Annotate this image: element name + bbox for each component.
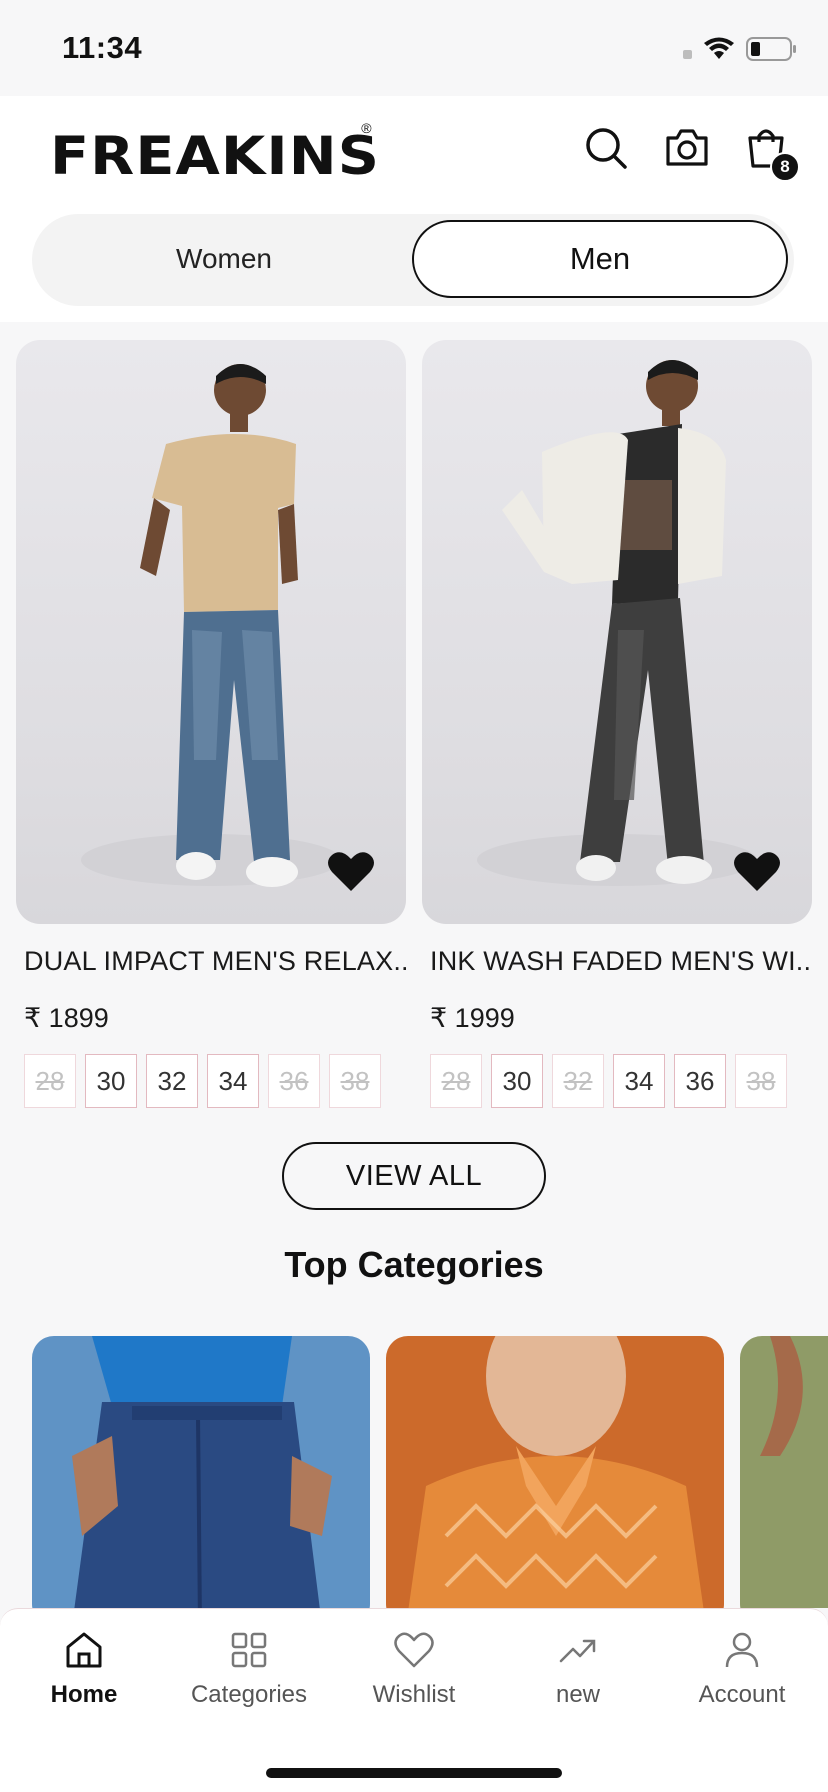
category-carousel: [0, 1336, 828, 1608]
product-name[interactable]: INK WASH FADED MEN'S WI...: [430, 946, 812, 977]
size-option: 38: [735, 1054, 787, 1108]
size-option[interactable]: 36: [674, 1054, 726, 1108]
home-indicator: [266, 1768, 562, 1778]
logo-registered-mark: ®: [361, 120, 372, 136]
nav-categories[interactable]: Categories: [169, 1629, 329, 1709]
product-image[interactable]: [422, 340, 812, 924]
camera-icon[interactable]: [664, 126, 708, 170]
size-options: 28 30 32 34 36 38: [24, 1054, 406, 1108]
tab-women[interactable]: Women: [36, 220, 412, 298]
gender-toggle: Women Men: [32, 214, 794, 306]
heart-icon: [394, 1632, 434, 1668]
nav-home[interactable]: Home: [4, 1629, 164, 1709]
nav-wishlist-label: Wishlist: [372, 1681, 456, 1708]
model-photo: [81, 364, 341, 887]
model-photo: [477, 360, 757, 886]
tab-men[interactable]: Men: [412, 220, 788, 298]
product-card[interactable]: INK WASH FADED MEN'S WI... ₹ 1999 28 30 …: [422, 340, 812, 1108]
wishlist-heart-icon[interactable]: [734, 850, 780, 892]
nav-categories-label: Categories: [190, 1681, 308, 1708]
product-price: ₹ 1899: [24, 1003, 109, 1033]
nav-new-label: new: [555, 1681, 601, 1708]
status-indicators: [683, 36, 798, 62]
top-categories-title: Top Categories: [284, 1244, 544, 1285]
cart-count-badge: 8: [770, 152, 800, 182]
nav-account-label: Account: [698, 1681, 786, 1708]
bottom-navigation: Home Categories Wishlist new Account: [0, 1608, 828, 1792]
product-name[interactable]: DUAL IMPACT MEN'S RELAX...: [24, 946, 406, 977]
header-actions: 8: [584, 126, 800, 182]
size-option: 28: [430, 1054, 482, 1108]
grid-icon: [231, 1632, 267, 1668]
size-option: 36: [268, 1054, 320, 1108]
user-icon: [725, 1632, 759, 1668]
nav-home-label: Home: [50, 1681, 118, 1708]
logo-text: FREAKINS: [50, 126, 381, 187]
status-bar: 11:34: [0, 0, 828, 96]
cart-icon[interactable]: 8: [744, 126, 800, 182]
wifi-icon: [704, 37, 734, 59]
category-card[interactable]: [740, 1336, 828, 1608]
product-card[interactable]: DUAL IMPACT MEN'S RELAX... ₹ 1899 28 30 …: [16, 340, 406, 1108]
product-image[interactable]: [16, 340, 406, 924]
battery-icon: [746, 37, 796, 61]
app-header: FREAKINS ® 8 Women Men: [0, 96, 828, 322]
size-option[interactable]: 34: [613, 1054, 665, 1108]
nav-wishlist[interactable]: Wishlist: [334, 1629, 494, 1709]
nav-new[interactable]: new: [498, 1629, 658, 1709]
size-option[interactable]: 34: [207, 1054, 259, 1108]
wishlist-heart-icon[interactable]: [328, 850, 374, 892]
view-all-button[interactable]: VIEW ALL: [282, 1142, 546, 1210]
size-option[interactable]: 32: [146, 1054, 198, 1108]
product-price: ₹ 1999: [430, 1003, 515, 1033]
size-option[interactable]: 30: [85, 1054, 137, 1108]
size-options: 28 30 32 34 36 38: [430, 1054, 812, 1108]
category-card[interactable]: [32, 1336, 370, 1608]
size-option[interactable]: 30: [491, 1054, 543, 1108]
size-option: 32: [552, 1054, 604, 1108]
signal-icon: [683, 49, 692, 59]
category-card[interactable]: [386, 1336, 724, 1608]
nav-account[interactable]: Account: [662, 1629, 822, 1709]
category-photo: [760, 1336, 803, 1456]
brand-logo[interactable]: FREAKINS ®: [50, 120, 379, 187]
trending-icon: [559, 1639, 596, 1663]
search-icon[interactable]: [584, 126, 628, 170]
status-time: 11:34: [62, 30, 143, 65]
category-photo: [72, 1336, 332, 1608]
home-icon: [66, 1632, 102, 1668]
size-option: 38: [329, 1054, 381, 1108]
size-option: 28: [24, 1054, 76, 1108]
category-photo: [408, 1336, 704, 1608]
